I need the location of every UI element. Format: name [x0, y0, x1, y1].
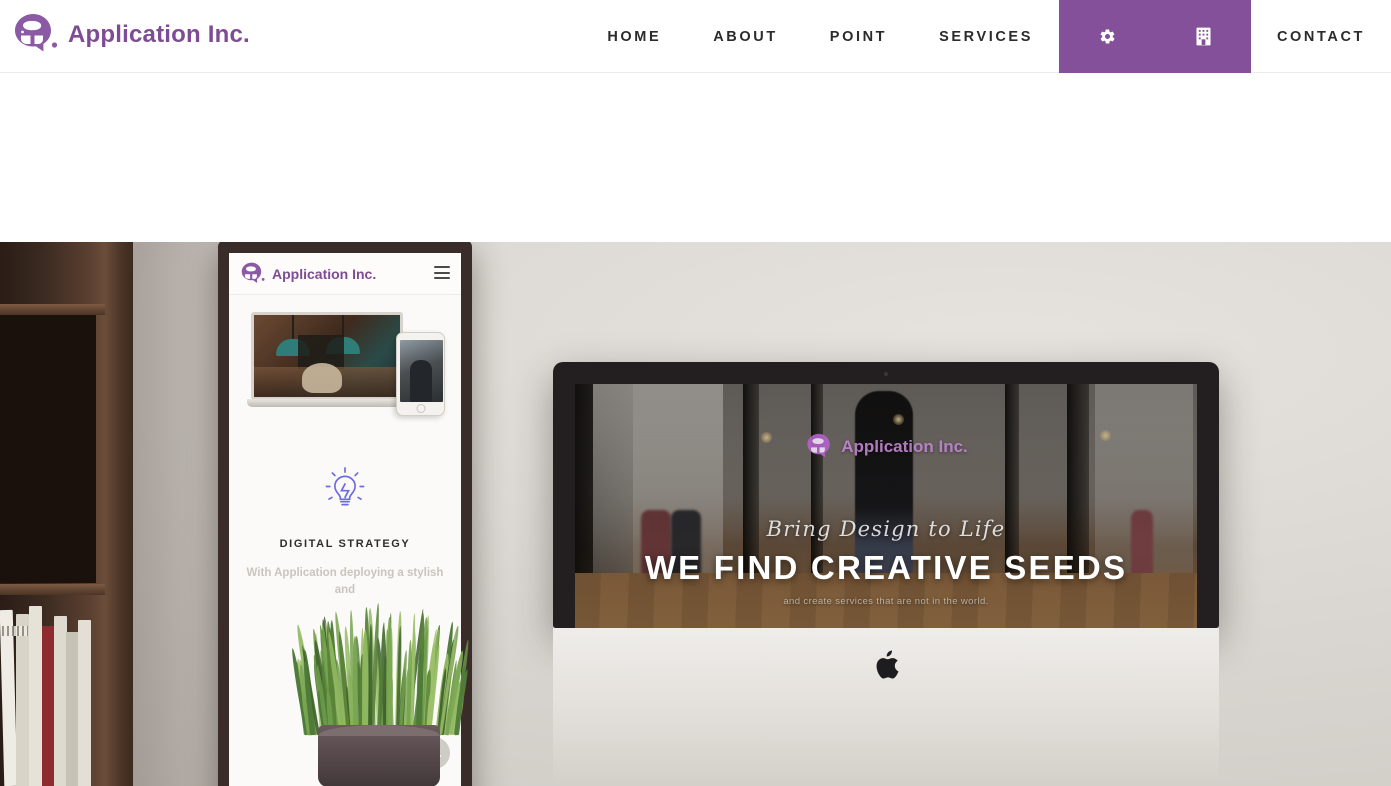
plant-pot — [318, 725, 440, 786]
book — [29, 606, 42, 786]
page-root: Application Inc. HOME ABOUT POINT SERVIC… — [0, 0, 1391, 786]
nav-item-about[interactable]: ABOUT — [687, 0, 804, 73]
hamburger-menu-icon[interactable] — [434, 266, 450, 279]
webcam-icon — [884, 372, 888, 376]
devices-photo — [245, 312, 445, 416]
laptop-screen — [251, 312, 403, 400]
spiral-notebook — [2, 626, 28, 636]
nav-item-settings[interactable] — [1058, 0, 1156, 73]
grass-blade — [386, 616, 393, 736]
site-header: Application Inc. HOME ABOUT POINT SERVIC… — [0, 0, 1391, 73]
nav-item-services[interactable]: SERVICES — [913, 0, 1059, 73]
potted-grass-plant — [255, 597, 520, 786]
phone-home-button — [416, 404, 425, 413]
book — [16, 614, 29, 786]
bookshelf-prop — [0, 242, 105, 786]
laptop-illustration — [247, 312, 407, 407]
nav-item-company[interactable] — [1155, 0, 1251, 73]
imac-device-mockup: Application Inc. Bring Design to Life WE… — [553, 362, 1219, 786]
nav-item-home[interactable]: HOME — [581, 0, 687, 73]
tablet-feature-heading: DIGITAL STRATEGY — [279, 538, 411, 550]
lightbulb-icon — [318, 462, 372, 516]
building-icon — [1196, 27, 1211, 46]
tablet-site-header: Application Inc. — [229, 253, 461, 295]
book-stack — [0, 600, 100, 786]
imac-bezel: Application Inc. Bring Design to Life WE… — [553, 362, 1219, 734]
screen-site-logo: Application Inc. — [804, 432, 968, 462]
screen-subheadline: and create services that are not in the … — [783, 596, 989, 607]
speech-bubble-logo-icon — [804, 432, 834, 462]
screen-headline: WE FIND CREATIVE SEEDS — [644, 549, 1128, 586]
gear-icon — [1099, 28, 1116, 45]
main-navigation: HOME ABOUT POINT SERVICES CONTACT — [581, 0, 1391, 73]
book — [78, 620, 91, 786]
tablet-brand-name: Application Inc. — [272, 265, 377, 282]
lamp-stem — [292, 315, 294, 339]
hero-whitespace — [0, 73, 1391, 242]
lamp-stem — [342, 315, 344, 337]
nav-item-contact[interactable]: CONTACT — [1251, 0, 1391, 73]
speech-bubble-logo-icon — [10, 11, 58, 59]
shelf-board — [0, 584, 105, 595]
laptop-base — [247, 399, 407, 407]
imac-chin — [553, 628, 1219, 786]
apple-logo-icon — [873, 650, 899, 680]
shelf-board — [0, 304, 105, 315]
phone-illustration — [396, 332, 445, 416]
phone-screen — [400, 340, 443, 402]
screen-script-tagline: Bring Design to Life — [766, 517, 1006, 541]
phone-photo-subject — [410, 360, 432, 402]
brand-name: Application Inc. — [68, 21, 250, 48]
screen-brand-name: Application Inc. — [841, 437, 968, 456]
nav-item-point[interactable]: POINT — [804, 0, 913, 73]
book — [0, 609, 18, 786]
tablet-feature-subtext: With Application deploying a stylish and — [246, 567, 444, 596]
speech-bubble-logo-icon — [239, 261, 265, 287]
cafe-person — [302, 363, 342, 393]
showcase-photo-section: Application Inc. DIGITAL STRATEGY With A… — [0, 242, 1391, 786]
brand-logo-link[interactable]: Application Inc. — [10, 11, 250, 59]
shelf-cavity — [0, 315, 96, 583]
bookshelf-side-panel — [105, 242, 133, 786]
